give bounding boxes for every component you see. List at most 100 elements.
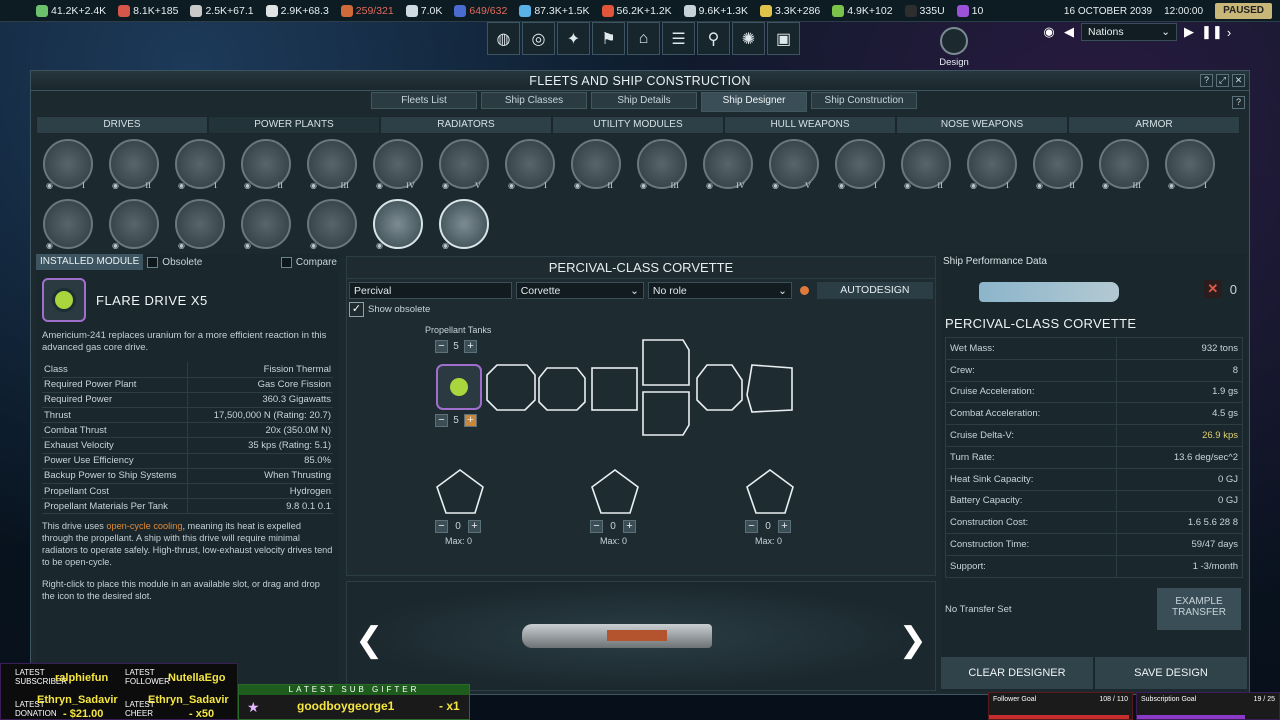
resource-item[interactable]: 259/321	[335, 4, 400, 17]
category-tab-drives[interactable]: DRIVES	[36, 116, 208, 134]
tab-ship-classes[interactable]: Ship Classes	[481, 92, 587, 109]
eye-icon[interactable]: ◉	[640, 181, 647, 190]
power-plant-module[interactable]: ◉ I	[1161, 139, 1219, 191]
tech-icon[interactable]: ✦	[557, 22, 590, 55]
role-dropdown[interactable]: No role ⌄	[647, 282, 792, 299]
eye-icon[interactable]: ◉	[574, 181, 581, 190]
eye-icon[interactable]: ◉	[508, 181, 515, 190]
help-icon[interactable]: ?	[1200, 74, 1213, 87]
eye-icon[interactable]: ◉	[838, 181, 845, 190]
power-plant-module[interactable]: ◉ II	[1029, 139, 1087, 191]
autodesign-button[interactable]: AUTODESIGN	[816, 282, 933, 299]
hull-dropdown[interactable]: Corvette ⌄	[515, 282, 644, 299]
play-icon[interactable]: ▶	[1181, 24, 1197, 40]
tank-slot-icon[interactable]	[538, 367, 586, 411]
tab-ship-designer[interactable]: Ship Designer	[701, 92, 807, 112]
resource-item[interactable]: 9.6K+1.3K	[678, 4, 754, 17]
eye-icon[interactable]: ◉	[310, 241, 317, 250]
resource-item[interactable]: 2.9K+68.3	[260, 4, 335, 17]
next-design-arrow-icon[interactable]: ❯	[899, 620, 928, 660]
paused-badge[interactable]: PAUSED	[1215, 3, 1272, 19]
power-plant-module[interactable]: ◉ I	[963, 139, 1021, 191]
plus-button[interactable]: +	[623, 520, 636, 533]
eye-icon[interactable]: ◉	[1168, 181, 1175, 190]
power-plant-module[interactable]: ◉	[237, 199, 295, 251]
fast-forward-icon[interactable]: ❚❚	[1201, 24, 1223, 40]
close-icon[interactable]: ✕	[1232, 74, 1245, 87]
minus-button[interactable]: −	[745, 520, 758, 533]
power-plant-module[interactable]: ◉ V	[435, 139, 493, 191]
eye-icon[interactable]: ◉	[904, 181, 911, 190]
brain-icon[interactable]: ✺	[732, 22, 765, 55]
power-plant-module[interactable]: ◉ IV	[369, 139, 427, 191]
faction-emblem-icon[interactable]	[0, 0, 30, 22]
power-plant-module[interactable]: ◉ I	[39, 139, 97, 191]
power-plant-module[interactable]: ◉ III	[303, 139, 361, 191]
eye-icon[interactable]: ◉	[970, 181, 977, 190]
resource-item[interactable]: 10	[951, 4, 990, 17]
window-icon[interactable]: ▣	[767, 22, 800, 55]
category-tab-armor[interactable]: ARMOR	[1068, 116, 1240, 134]
tank-slot-icon[interactable]	[486, 364, 536, 411]
help-icon[interactable]: ?	[1232, 96, 1245, 109]
eye-icon[interactable]: ◉	[244, 181, 251, 190]
council-icon[interactable]: ◎	[522, 22, 555, 55]
expand-icon[interactable]: ⤢	[1216, 74, 1229, 87]
installed-module-tab[interactable]: INSTALLED MODULE	[36, 254, 144, 270]
hull-weapon-slot-icon[interactable]	[746, 469, 794, 514]
flare-drive-icon[interactable]	[42, 278, 86, 322]
category-tab-nose-weapons[interactable]: NOSE WEAPONS	[896, 116, 1068, 134]
prev-arrow-icon[interactable]: ◀	[1061, 24, 1077, 40]
resource-item[interactable]: 3.3K+286	[754, 4, 826, 17]
show-obsolete-checkbox[interactable]: ✓	[349, 302, 364, 317]
tab-ship-details[interactable]: Ship Details	[591, 92, 697, 109]
power-plant-module[interactable]: ◉ II	[897, 139, 955, 191]
resource-item[interactable]: 4.9K+102	[826, 4, 898, 17]
hull-weapon-slot-icon[interactable]	[591, 469, 639, 514]
globe-icon[interactable]: ◍	[487, 22, 520, 55]
utility-slot-icon[interactable]	[696, 364, 743, 411]
resource-item[interactable]: 649/632	[448, 4, 513, 17]
eye-icon[interactable]: ◉	[244, 241, 251, 250]
power-plant-module[interactable]: ◉ III	[633, 139, 691, 191]
prev-design-arrow-icon[interactable]: ❮	[355, 620, 384, 660]
eye-icon[interactable]: ◉	[178, 181, 185, 190]
resource-item[interactable]: 56.2K+1.2K	[596, 4, 678, 17]
eye-icon[interactable]: ◉	[772, 181, 779, 190]
category-tab-power-plants[interactable]: POWER PLANTS	[208, 116, 380, 134]
category-tab-radiators[interactable]: RADIATORS	[380, 116, 552, 134]
tab-ship-construction[interactable]: Ship Construction	[811, 92, 917, 109]
utility-slot-icon[interactable]	[642, 391, 690, 436]
eye-icon[interactable]: ◉	[46, 241, 53, 250]
resource-item[interactable]: 2.5K+67.1	[184, 4, 259, 17]
nose-slot-icon[interactable]	[746, 364, 793, 413]
minus-button[interactable]: −	[590, 520, 603, 533]
power-plant-module[interactable]: ◉	[303, 199, 361, 251]
power-plant-module[interactable]: ◉ II	[567, 139, 625, 191]
plus-button[interactable]: +	[778, 520, 791, 533]
power-plant-module[interactable]: ◉	[171, 199, 229, 251]
hab-icon[interactable]: ⌂	[627, 22, 660, 55]
category-tab-utility-modules[interactable]: UTILITY MODULES	[552, 116, 724, 134]
eye-icon[interactable]: ◉	[706, 181, 713, 190]
nations-dropdown[interactable]: Nations ⌄	[1081, 23, 1177, 41]
power-plant-module[interactable]: ◉	[435, 199, 493, 251]
power-plant-module[interactable]: ◉	[105, 199, 163, 251]
speed-icon[interactable]: ›	[1221, 25, 1237, 40]
power-plant-module[interactable]: ◉ V	[765, 139, 823, 191]
resource-item[interactable]: 335U	[899, 4, 951, 17]
utility-slot-icon[interactable]	[591, 367, 638, 411]
power-plant-module[interactable]: ◉	[369, 199, 427, 251]
eye-icon[interactable]: ◉	[178, 241, 185, 250]
eye-icon[interactable]: ◉	[442, 181, 449, 190]
eye-icon[interactable]: ◉	[1036, 181, 1043, 190]
resource-item[interactable]: 41.2K+2.4K	[30, 4, 112, 17]
power-plant-module[interactable]: ◉ I	[171, 139, 229, 191]
eye-icon[interactable]: ◉	[46, 181, 53, 190]
power-plant-module[interactable]: ◉ II	[105, 139, 163, 191]
utility-slot-icon[interactable]	[642, 339, 690, 386]
eye-icon[interactable]: ◉	[442, 241, 449, 250]
resource-item[interactable]: 87.3K+1.5K	[513, 4, 595, 17]
plus-button[interactable]: +	[468, 520, 481, 533]
example-transfer-button[interactable]: EXAMPLE TRANSFER	[1157, 588, 1241, 630]
